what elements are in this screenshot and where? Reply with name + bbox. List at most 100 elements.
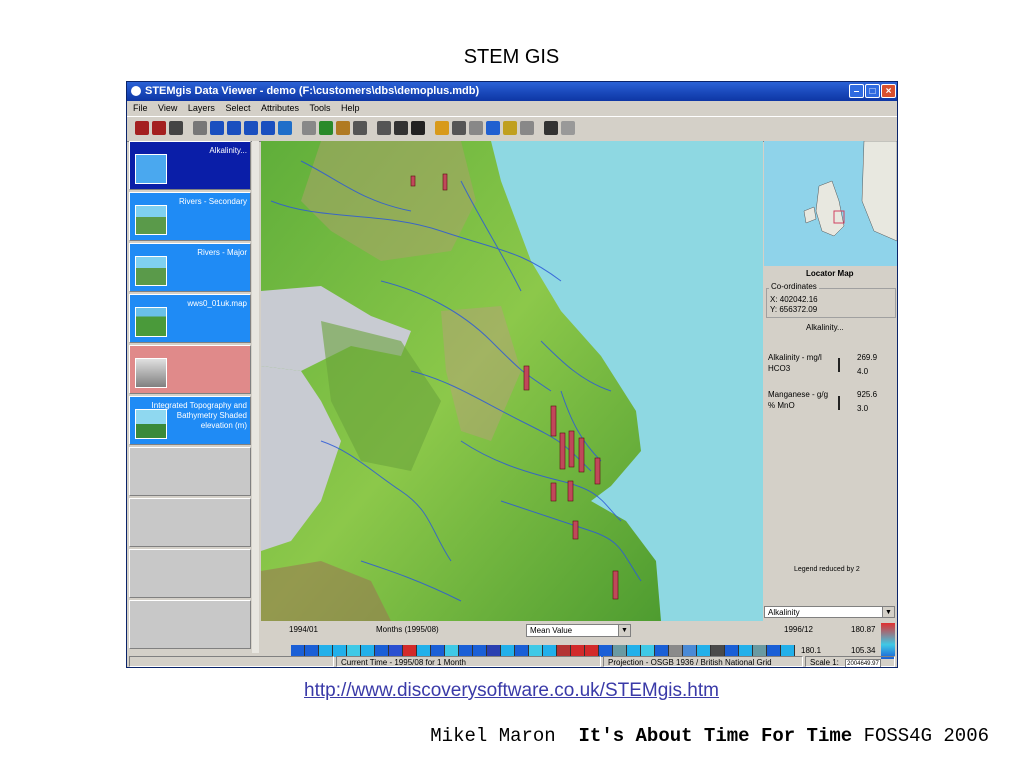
info-panel: Locator Map Co-ordinates X: 402042.16 Y:… [764,141,897,653]
layer-item[interactable]: Integrated Topography and Bathymetry Sha… [129,396,251,445]
sum-icon[interactable] [411,121,425,135]
layer-item[interactable] [129,345,251,394]
toolbar [127,116,897,142]
chevron-down-icon[interactable]: ▼ [618,625,630,636]
value-color-ramp [881,623,895,659]
export-icon[interactable] [561,121,575,135]
footer-talk-title: It's About Time For Time [578,725,853,747]
identify-icon[interactable] [394,121,408,135]
flask-icon [135,154,167,184]
layer-list: Alkalinity... Rivers - Secondary Rivers - … [129,141,251,653]
save-icon[interactable] [152,121,166,135]
footer-author: Mikel Maron [430,725,556,747]
attr1-legend-bar [838,358,840,372]
slide-title: STEM GIS [463,46,560,68]
status-empty [129,656,334,667]
x-coordinate: X: 402042.16 [770,295,818,304]
layer-item[interactable]: wws0_01uk.map [129,294,251,343]
camera-icon[interactable] [452,121,466,135]
select-arrow-icon[interactable] [353,121,367,135]
map-icon[interactable] [319,121,333,135]
attr2-legend-bar [838,396,840,410]
layer-select-dropdown[interactable]: Alkalinity ▼ [764,606,895,618]
time-current-label: Months (1995/08) [376,625,439,634]
terrain-icon [135,307,167,337]
layer-item[interactable] [129,549,251,598]
menu-help[interactable]: Help [341,103,360,113]
pan-hand-icon[interactable] [193,121,207,135]
range-low-value: 105.34 [851,646,876,655]
zoom-in-icon[interactable] [210,121,224,135]
time-end: 1996/12 [784,625,813,634]
time-start: 1994/01 [289,625,318,634]
app-window: STEMgis Data Viewer - demo (F:\customers… [126,81,898,668]
close-icon[interactable]: × [881,84,896,98]
attr2-max: 925.6 [857,390,878,399]
coords-heading: Co-ordinates [769,282,819,291]
zoom-extent-icon[interactable] [244,121,258,135]
open-icon[interactable] [135,121,149,135]
aggregation-value: Mean Value [530,626,573,635]
layer-icon[interactable] [302,121,316,135]
menu-layers[interactable]: Layers [188,103,215,113]
zoom-out-icon[interactable] [227,121,241,135]
layer-item[interactable] [129,600,251,649]
print-icon[interactable] [169,121,183,135]
grid-icon[interactable] [520,121,534,135]
table-icon[interactable] [336,121,350,135]
menu-tools[interactable]: Tools [310,103,331,113]
scale-input[interactable]: 2004649.97 [845,659,881,667]
menu-view[interactable]: View [158,103,177,113]
pen-icon[interactable] [544,121,558,135]
layer-select-value: Alkalinity [768,608,800,617]
zoom-previous-icon[interactable] [261,121,275,135]
layer-item[interactable]: Alkalinity... [129,141,251,190]
legend-note: Legend reduced by 2 [794,566,860,573]
menu-select[interactable]: Select [225,103,250,113]
globe-icon[interactable] [278,121,292,135]
aggregation-dropdown[interactable]: Mean Value ▼ [526,624,631,637]
layer-item[interactable] [129,498,251,547]
locator-map[interactable] [764,141,897,266]
minimize-icon[interactable]: – [849,84,864,98]
scale-label: Scale 1: [810,658,839,667]
status-bar: Current Time - 1995/08 for 1 Month Proje… [127,656,897,667]
y-coordinate: Y: 656372.09 [770,305,818,314]
menu-bar: File View Layers Select Attributes Tools… [127,101,897,116]
attr1-min: 4.0 [857,367,869,376]
map-canvas[interactable] [261,141,763,621]
layer-item[interactable]: Rivers - Secondary [129,192,251,241]
map-view[interactable] [261,141,763,621]
attr1-unit: HCO3 [768,364,791,373]
add-point-icon[interactable] [486,121,500,135]
layer-item[interactable] [129,447,251,496]
range-mid-value: 180.1 [801,646,822,655]
app-icon [131,86,141,96]
slide-footer: Mikel Maron It's About Time For Time FOS… [430,725,989,747]
status-projection: Projection - OSGB 1936 / British Nationa… [603,656,803,667]
source-link[interactable]: http://www.discoverysoftware.co.uk/STEMg… [0,680,1023,702]
menu-attributes[interactable]: Attributes [261,103,299,113]
select-box-icon[interactable] [377,121,391,135]
chevron-down-icon[interactable]: ▼ [882,607,894,617]
maximize-icon[interactable]: □ [865,84,880,98]
window-titlebar[interactable]: STEMgis Data Viewer - demo (F:\customers… [127,82,897,101]
attr1-name: Alkalinity - mg/l [768,353,822,362]
attr2-unit: % MnO [768,401,795,410]
bar-chart-icon[interactable] [435,121,449,135]
status-current-time: Current Time - 1995/08 for 1 Month [336,656,601,667]
window-title: STEMgis Data Viewer - demo (F:\customers… [145,85,480,97]
layer-item[interactable]: Rivers - Major [129,243,251,292]
record-icon[interactable] [469,121,483,135]
status-scale: Scale 1: 2004649.97 [805,656,895,667]
locator-title: Locator Map [806,269,854,278]
menu-file[interactable]: File [133,103,148,113]
attr2-min: 3.0 [857,404,869,413]
layer-list-scrollbar[interactable] [252,141,259,653]
grayscale-map-icon [135,358,167,388]
landscape-icon [135,256,167,286]
range-top-value: 180.87 [851,625,876,634]
landscape-icon [135,205,167,235]
footer-event: FOSS4G 2006 [863,725,989,747]
legend-icon[interactable] [503,121,517,135]
